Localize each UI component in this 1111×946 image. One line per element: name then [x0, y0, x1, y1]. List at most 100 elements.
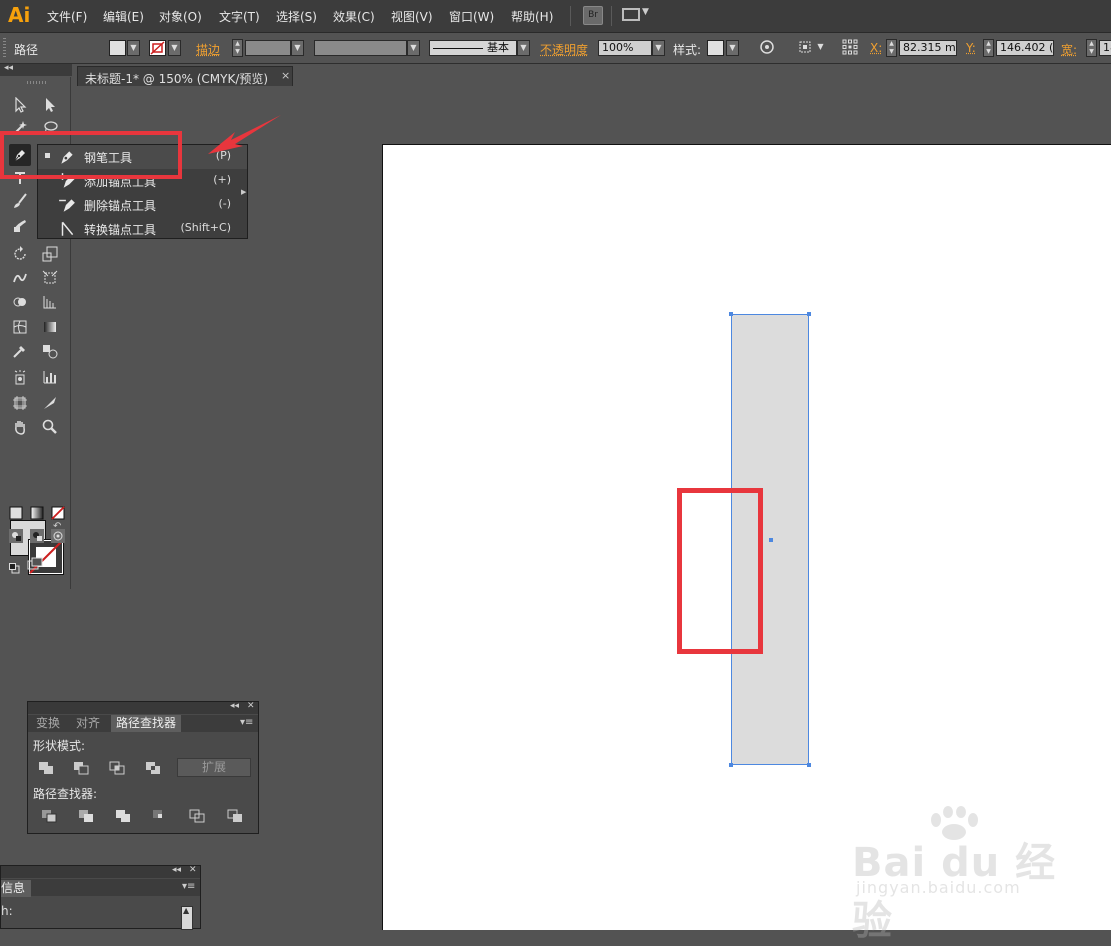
- anchor-point[interactable]: [807, 763, 811, 767]
- tab-pathfinder[interactable]: 路径查找器: [111, 715, 182, 732]
- y-stepper[interactable]: ▲ ▼: [983, 39, 994, 57]
- anchor-point[interactable]: [807, 312, 811, 316]
- default-colors-icon[interactable]: [9, 563, 20, 574]
- panel-title-bar[interactable]: ◂◂ ✕: [28, 701, 258, 714]
- menu-view[interactable]: 视图(V): [391, 8, 433, 25]
- menu-help[interactable]: 帮助(H): [511, 8, 553, 25]
- chevron-down-icon[interactable]: ▼: [407, 40, 420, 56]
- crop-icon[interactable]: [149, 807, 171, 825]
- blend-tool-icon[interactable]: [39, 340, 61, 362]
- outline-icon[interactable]: [186, 807, 208, 825]
- panel-menu-icon[interactable]: ▾≡: [240, 717, 253, 728]
- exclude-icon[interactable]: [142, 759, 164, 777]
- draw-behind-icon[interactable]: [27, 528, 47, 544]
- opacity-label[interactable]: 不透明度: [540, 41, 588, 58]
- x-stepper[interactable]: ▲ ▼: [886, 39, 897, 57]
- rotate-tool-icon[interactable]: [9, 243, 31, 265]
- mesh-tool-icon[interactable]: [9, 316, 31, 338]
- free-transform-tool-icon[interactable]: [39, 267, 61, 289]
- tab-transform[interactable]: 变换: [31, 715, 65, 732]
- zoom-tool-icon[interactable]: [39, 416, 61, 438]
- divide-icon[interactable]: [38, 807, 60, 825]
- grip-handle[interactable]: [27, 81, 47, 84]
- collapse-icon[interactable]: ◂◂: [4, 63, 13, 73]
- column-graph-tool-icon[interactable]: [39, 366, 61, 388]
- intersect-icon[interactable]: [106, 759, 128, 777]
- paintbrush-tool-icon[interactable]: [9, 190, 31, 212]
- menu-select[interactable]: 选择(S): [276, 8, 317, 25]
- chevron-down-icon[interactable]: ▼: [726, 40, 739, 56]
- menu-object[interactable]: 对象(O): [159, 8, 202, 25]
- symbol-sprayer-tool-icon[interactable]: [9, 366, 31, 388]
- menu-effect[interactable]: 效果(C): [333, 8, 375, 25]
- width-field[interactable]: 18: [1099, 40, 1111, 56]
- chevron-down-icon[interactable]: ▼: [127, 40, 140, 56]
- unite-icon[interactable]: [35, 759, 57, 777]
- workspace-switcher-icon[interactable]: [622, 8, 640, 21]
- reference-point-icon[interactable]: [841, 39, 859, 57]
- flyout-item-convert-anchor-tool[interactable]: 转换锚点工具 (Shift+C): [38, 217, 247, 241]
- panel-menu-icon[interactable]: ▾≡: [182, 881, 195, 892]
- recolor-artwork-icon[interactable]: [758, 39, 776, 57]
- collapse-icon[interactable]: ◂◂: [230, 701, 239, 711]
- slice-tool-icon[interactable]: [39, 392, 61, 414]
- scroll-up-icon[interactable]: ▲: [183, 906, 189, 915]
- chevron-down-icon[interactable]: ▼: [814, 40, 827, 56]
- chevron-down-icon[interactable]: ▼: [291, 40, 304, 56]
- hand-tool-icon[interactable]: [9, 416, 31, 438]
- panel-title-bar[interactable]: ◂◂ ✕: [1, 865, 200, 878]
- collapse-icon[interactable]: ◂◂: [172, 865, 181, 875]
- chevron-down-icon[interactable]: ▼: [168, 40, 181, 56]
- artboard-tool-icon[interactable]: [9, 392, 31, 414]
- scrollbar[interactable]: ▲: [181, 906, 193, 930]
- draw-inside-icon[interactable]: [48, 528, 68, 544]
- chevron-down-icon[interactable]: ▼: [517, 40, 530, 56]
- tab-align[interactable]: 对齐: [71, 715, 105, 732]
- screen-mode-icon[interactable]: [24, 553, 46, 575]
- expand-button[interactable]: 扩展: [177, 758, 251, 777]
- trim-icon[interactable]: [75, 807, 97, 825]
- tearoff-arrow-icon[interactable]: ▶: [241, 188, 246, 196]
- selection-tool-icon[interactable]: [9, 94, 31, 116]
- x-coordinate-field[interactable]: 82.315 m: [899, 40, 957, 56]
- menu-window[interactable]: 窗口(W): [449, 8, 494, 25]
- graphic-style-swatch[interactable]: [707, 40, 724, 56]
- chevron-down-icon[interactable]: ▼: [652, 40, 665, 56]
- stroke-weight-field[interactable]: [245, 40, 291, 56]
- opacity-field[interactable]: 100%: [598, 40, 652, 56]
- color-mode-icon[interactable]: [6, 504, 26, 522]
- menu-file[interactable]: 文件(F): [47, 8, 87, 25]
- gradient-mode-icon[interactable]: [27, 504, 47, 522]
- y-coordinate-label[interactable]: Y:: [966, 41, 976, 55]
- grip-handle[interactable]: [3, 38, 6, 58]
- toolbox-header[interactable]: ◂◂: [0, 63, 72, 76]
- scale-tool-icon[interactable]: [39, 243, 61, 265]
- width-stepper[interactable]: ▲ ▼: [1086, 39, 1097, 57]
- warp-tool-icon[interactable]: [9, 267, 31, 289]
- perspective-grid-tool-icon[interactable]: [39, 291, 61, 313]
- brush-profile-field[interactable]: 基本: [429, 40, 517, 56]
- align-to-selection-icon[interactable]: [796, 39, 814, 57]
- blob-brush-tool-icon[interactable]: [9, 214, 31, 236]
- x-coordinate-label[interactable]: X:: [870, 41, 882, 55]
- none-mode-icon[interactable]: [48, 504, 68, 522]
- stroke-color-swatch[interactable]: [149, 40, 166, 56]
- draw-normal-icon[interactable]: [6, 528, 26, 544]
- gradient-tool-icon[interactable]: [39, 316, 61, 338]
- anchor-point[interactable]: [729, 763, 733, 767]
- fill-color-swatch[interactable]: [109, 40, 126, 56]
- y-coordinate-field[interactable]: 146.402 (: [996, 40, 1054, 56]
- minus-front-icon[interactable]: [70, 759, 92, 777]
- close-icon[interactable]: ✕: [247, 701, 255, 711]
- merge-icon[interactable]: [112, 807, 134, 825]
- stroke-label[interactable]: 描边: [196, 41, 220, 58]
- bridge-button[interactable]: Br: [583, 6, 603, 25]
- flyout-item-delete-anchor-tool[interactable]: 删除锚点工具 (-): [38, 193, 247, 217]
- variable-width-profile-field[interactable]: [314, 40, 407, 56]
- minus-back-icon[interactable]: [224, 807, 246, 825]
- shape-builder-tool-icon[interactable]: [9, 291, 31, 313]
- document-tab[interactable]: 未标题-1* @ 150% (CMYK/预览) ×: [77, 66, 293, 86]
- direct-selection-tool-icon[interactable]: [39, 94, 61, 116]
- tab-info[interactable]: 信息: [1, 880, 31, 897]
- menu-type[interactable]: 文字(T): [219, 8, 260, 25]
